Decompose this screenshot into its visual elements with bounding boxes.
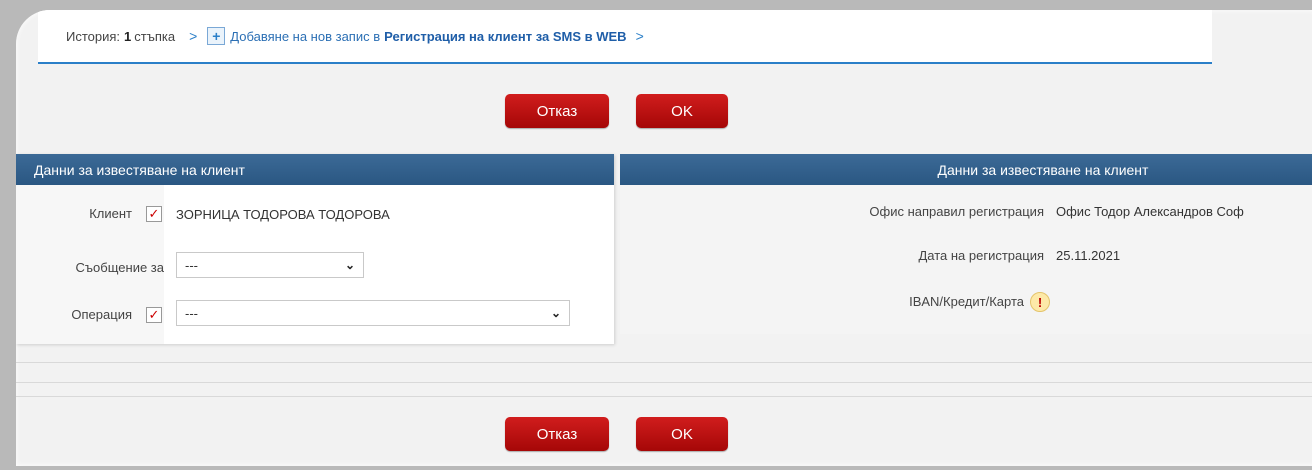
divider xyxy=(16,396,1312,397)
message-select[interactable]: --- ⌄ xyxy=(176,252,364,278)
history-label: История: xyxy=(66,28,121,44)
breadcrumb: История: 1 стъпка > + Добавяне на нов за… xyxy=(38,10,1212,64)
breadcrumb-entity[interactable]: Регистрация на клиент за SMS в WEB xyxy=(384,29,626,44)
office-label: Офис направил регистрация xyxy=(869,204,1044,219)
operation-select[interactable]: --- ⌄ xyxy=(176,300,570,326)
operation-select-value: --- xyxy=(185,305,198,321)
date-value: 25.11.2021 xyxy=(1056,248,1121,263)
cancel-button-top[interactable]: Отказ xyxy=(505,94,609,128)
office-value: Офис Тодор Александров Соф xyxy=(1056,204,1244,219)
ok-button-bottom[interactable]: OK xyxy=(636,417,728,451)
divider xyxy=(16,362,1312,363)
breadcrumb-action[interactable]: Добавяне на нов запис в xyxy=(230,29,380,44)
chevron-down-icon: ⌄ xyxy=(550,306,561,320)
ok-button-top[interactable]: OK xyxy=(636,94,728,128)
chevron-down-icon: ⌄ xyxy=(344,258,355,272)
message-select-value: --- xyxy=(185,257,198,273)
panel-title: Данни за известяване на клиент xyxy=(16,154,614,185)
add-record-icon: + xyxy=(207,27,226,45)
chevron-right-icon[interactable]: > xyxy=(636,28,644,44)
date-label: Дата на регистрация xyxy=(918,248,1044,263)
required-check-icon: ✓ xyxy=(146,206,162,222)
main-frame: История: 1 стъпка > + Добавяне на нов за… xyxy=(16,10,1312,466)
divider xyxy=(16,382,1312,383)
required-check-icon: ✓ xyxy=(146,307,162,323)
panel-title-right: Данни за известяване на клиент xyxy=(620,154,1312,185)
history-step-word: стъпка xyxy=(134,28,176,44)
iban-label: IBAN/Кредит/Карта xyxy=(909,294,1024,309)
client-notification-panel-right: Данни за известяване на клиент Офис напр… xyxy=(620,154,1312,334)
message-label: Съобщение за xyxy=(75,260,164,275)
client-notification-panel: Данни за известяване на клиент Клиент ✓ … xyxy=(16,154,614,344)
chevron-right-icon[interactable]: > xyxy=(189,28,197,44)
operation-label: Операция xyxy=(71,307,132,322)
client-label: Клиент xyxy=(89,206,132,221)
cancel-button-bottom[interactable]: Отказ xyxy=(505,417,609,451)
warning-icon[interactable]: ! xyxy=(1030,292,1050,312)
client-value: ЗОРНИЦА ТОДОРОВА ТОДОРОВА xyxy=(176,207,390,222)
history-step-count: 1 xyxy=(124,28,132,44)
